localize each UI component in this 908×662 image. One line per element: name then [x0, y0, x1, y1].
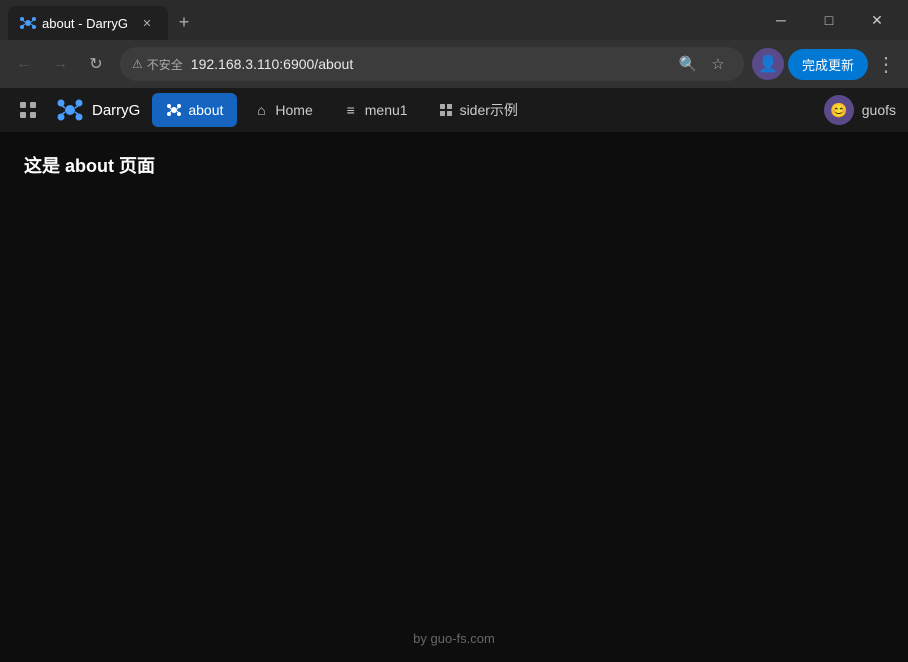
nav-item-sider-label: sider示例: [460, 100, 518, 120]
tab-bar: about - DarryG ✕ +: [8, 0, 746, 40]
sider-icon: [438, 102, 454, 118]
forward-button[interactable]: →: [44, 48, 76, 80]
page-heading: 这是 about 页面: [24, 152, 884, 178]
tab-favicon: [20, 15, 36, 31]
app-grid-icon[interactable]: [12, 94, 44, 126]
home-icon: ⌂: [253, 102, 269, 118]
about-icon: [166, 102, 182, 118]
app-nav: DarryG about: [0, 88, 908, 132]
url-text: 192.168.3.110:6900/about: [191, 56, 666, 72]
address-bar: ← → ↻ ⚠ 不安全 192.168.3.110:6900/about 🔍 ☆…: [0, 40, 908, 88]
tab-title: about - DarryG: [42, 16, 132, 31]
browser-window: about - DarryG ✕ + ─ □ ✕ ← → ↻ ⚠ 不安全 192…: [0, 0, 908, 662]
user-avatar[interactable]: 😊: [824, 95, 854, 125]
nav-item-home-label: Home: [275, 102, 312, 118]
app-logo[interactable]: DarryG: [48, 96, 148, 124]
active-tab[interactable]: about - DarryG ✕: [8, 6, 168, 40]
nav-item-sider[interactable]: sider示例: [424, 93, 532, 127]
address-input[interactable]: ⚠ 不安全 192.168.3.110:6900/about 🔍 ☆: [120, 47, 744, 81]
user-section: 😊 guofs: [824, 95, 896, 125]
nav-item-menu1-label: menu1: [365, 102, 408, 118]
profile-avatar: 👤: [758, 54, 778, 74]
page-footer: by guo-fs.com: [413, 631, 495, 646]
new-tab-button[interactable]: +: [170, 8, 198, 36]
update-button[interactable]: 完成更新: [788, 49, 868, 80]
security-indicator[interactable]: ⚠ 不安全: [132, 56, 183, 73]
nav-item-about-label: about: [188, 102, 223, 118]
nav-items: about ⌂ Home ≡ menu1 sider: [152, 93, 819, 127]
window-controls: ─ □ ✕: [758, 4, 900, 36]
page-content: 这是 about 页面 by guo-fs.com: [0, 132, 908, 662]
bookmark-button[interactable]: ☆: [704, 50, 732, 78]
user-name[interactable]: guofs: [862, 102, 896, 118]
browser-menu-button[interactable]: ⋮: [872, 50, 900, 78]
minimize-button[interactable]: ─: [758, 4, 804, 36]
maximize-button[interactable]: □: [806, 4, 852, 36]
profile-button[interactable]: 👤: [752, 48, 784, 80]
title-bar: about - DarryG ✕ + ─ □ ✕: [0, 0, 908, 40]
security-text: 不安全: [147, 56, 183, 73]
nav-item-about[interactable]: about: [152, 93, 237, 127]
warning-icon: ⚠: [132, 57, 143, 71]
tab-close-button[interactable]: ✕: [138, 14, 156, 32]
search-icon-button[interactable]: 🔍: [674, 50, 702, 78]
back-button[interactable]: ←: [8, 48, 40, 80]
address-actions: 🔍 ☆: [674, 50, 732, 78]
menu1-icon: ≡: [343, 102, 359, 118]
app-name: DarryG: [92, 102, 140, 119]
refresh-button[interactable]: ↻: [80, 48, 112, 80]
close-button[interactable]: ✕: [854, 4, 900, 36]
nav-item-menu1[interactable]: ≡ menu1: [329, 93, 422, 127]
nav-item-home[interactable]: ⌂ Home: [239, 93, 326, 127]
